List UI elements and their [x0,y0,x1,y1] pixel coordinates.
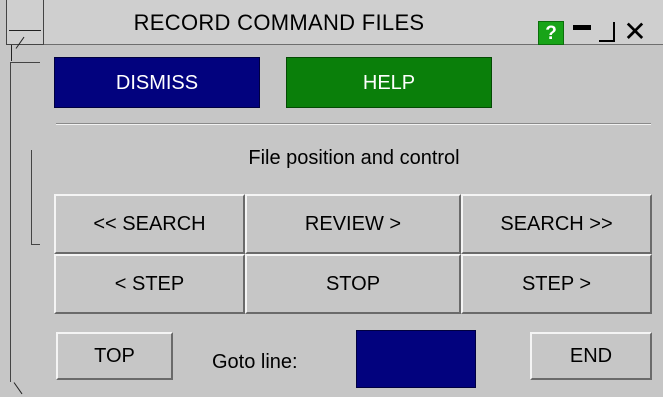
section-title: File position and control [248,147,460,169]
close-icon[interactable]: ✕ [620,18,650,46]
dismiss-button[interactable]: DISMISS [54,57,260,108]
minimize-icon[interactable] [571,20,593,44]
left-side-strip [0,0,44,397]
maximize-icon[interactable] [595,20,617,44]
step-forward-button[interactable]: STEP > [461,254,652,314]
search-forward-button[interactable]: SEARCH >> [461,194,652,254]
file-control-grid: << SEARCH REVIEW > SEARCH >> < STEP STOP… [54,194,652,314]
goto-line-input[interactable] [356,330,476,388]
goto-line-label: Goto line: [212,351,298,373]
help-button[interactable]: HELP [286,57,492,108]
help-question-icon[interactable]: ? [538,21,564,45]
end-button[interactable]: END [530,332,652,380]
top-button[interactable]: TOP [56,332,173,380]
side-tick [11,45,12,61]
side-diagonal-bottom [13,382,23,395]
side-collapse-box[interactable] [6,0,44,45]
title-bar: RECORD COMMAND FILES ? ✕ [44,0,663,46]
search-back-button[interactable]: << SEARCH [54,194,245,254]
step-back-button[interactable]: < STEP [54,254,245,314]
review-button[interactable]: REVIEW > [245,194,461,254]
side-bracket-top [10,62,40,63]
window-title: RECORD COMMAND FILES [133,10,425,35]
side-bracket-mid [31,150,40,245]
divider [56,123,651,125]
side-dash [9,30,41,31]
stop-button[interactable]: STOP [245,254,461,314]
